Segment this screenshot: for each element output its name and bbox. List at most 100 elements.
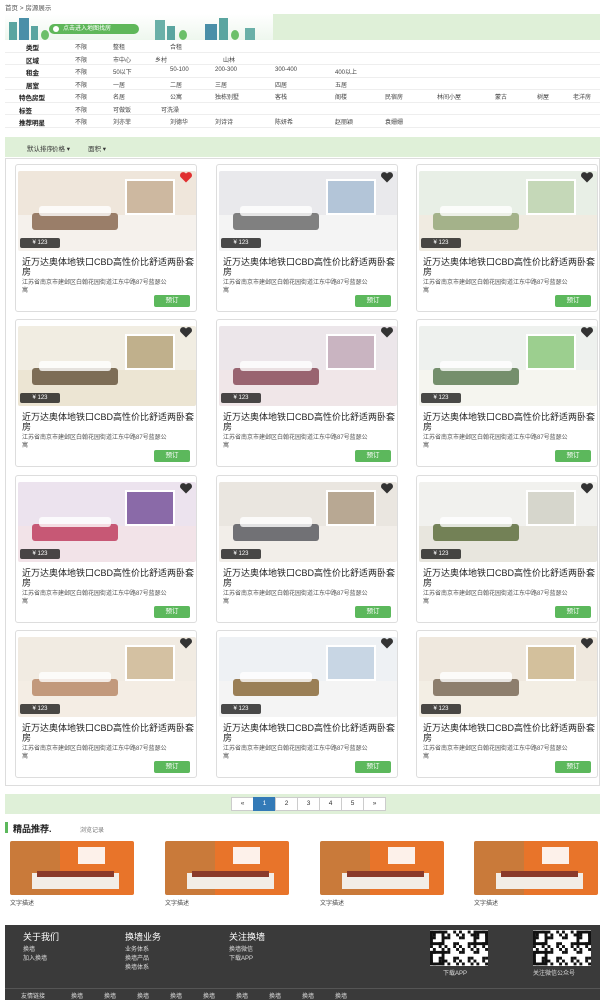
filter-option[interactable]: 四居 [275,80,287,89]
listing-title[interactable]: 近万达奥体地铁口CBD高性价比舒适两卧套房 [22,568,194,588]
footer-link[interactable]: 加入换墙 [23,955,59,964]
friend-link[interactable]: 换墙 [104,991,116,1000]
book-button[interactable]: 预订 [355,761,391,773]
page-number-button[interactable]: 1 [253,797,276,811]
favorite-heart-icon[interactable] [179,172,193,183]
friend-link[interactable]: 换墙 [335,991,347,1000]
filter-option[interactable]: 民宿房 [385,92,403,101]
map-search-button[interactable]: 点击进入地图找房 [49,24,139,34]
listing-card[interactable]: ¥ 123 近万达奥体地铁口CBD高性价比舒适两卧套房 江苏省南京市建邺区白翰花园街… [15,319,197,467]
filter-option[interactable]: 50以下 [113,67,132,76]
listing-title[interactable]: 近万达奥体地铁口CBD高性价比舒适两卧套房 [423,723,595,743]
filter-option[interactable]: 不限 [75,105,87,114]
filter-option[interactable]: 客栈 [275,92,287,101]
page-number-button[interactable]: 4 [319,797,342,811]
filter-option[interactable]: 200-300 [215,67,237,73]
favorite-heart-icon[interactable] [380,483,394,494]
listing-card[interactable]: ¥ 123 近万达奥体地铁口CBD高性价比舒适两卧套房 江苏省南京市建邺区白翰花园街… [216,630,398,778]
filter-option[interactable]: 不限 [75,117,87,126]
friend-link[interactable]: 换墙 [203,991,215,1000]
friend-link[interactable]: 换墙 [302,991,314,1000]
filter-option[interactable]: 可做饭 [113,105,131,114]
book-button[interactable]: 预订 [154,450,190,462]
filter-option[interactable]: 陈妍希 [275,117,293,126]
footer-link[interactable]: 换墙 [23,946,59,955]
filter-option[interactable]: 蒙古 [495,92,507,101]
filter-option[interactable]: 市中心 [113,55,131,64]
favorite-heart-icon[interactable] [580,638,594,649]
filter-option[interactable]: 一居 [113,80,125,89]
page-prev-button[interactable]: « [231,797,254,811]
filter-option[interactable]: 整租 [113,42,125,51]
page-number-button[interactable]: 2 [275,797,298,811]
filter-option[interactable]: 合租 [170,42,182,51]
recommend-photo[interactable] [10,841,134,895]
book-button[interactable]: 预订 [154,606,190,618]
footer-link[interactable]: 业务体系 [125,946,161,955]
book-button[interactable]: 预订 [355,450,391,462]
filter-option[interactable]: 树屋 [537,92,549,101]
filter-option[interactable]: 不限 [75,42,87,51]
filter-option[interactable]: 老洋房 [573,92,591,101]
footer-link[interactable]: 换墙产品 [125,955,161,964]
friend-link[interactable]: 换墙 [236,991,248,1000]
favorite-heart-icon[interactable] [380,172,394,183]
filter-option[interactable]: 三居 [215,80,227,89]
book-button[interactable]: 预订 [555,606,591,618]
listing-title[interactable]: 近万达奥体地铁口CBD高性价比舒适两卧套房 [22,257,194,277]
listing-card[interactable]: ¥ 123 近万达奥体地铁口CBD高性价比舒适两卧套房 江苏省南京市建邺区白翰花园街… [216,164,398,312]
listing-title[interactable]: 近万达奥体地铁口CBD高性价比舒适两卧套房 [22,723,194,743]
filter-option[interactable]: 不限 [75,67,87,76]
favorite-heart-icon[interactable] [179,638,193,649]
filter-option[interactable]: 300-400 [275,67,297,73]
filter-option[interactable]: 公寓 [170,92,182,101]
listing-card[interactable]: ¥ 123 近万达奥体地铁口CBD高性价比舒适两卧套房 江苏省南京市建邺区白翰花园街… [416,475,598,623]
friend-link[interactable]: 换墙 [137,991,149,1000]
listing-card[interactable]: ¥ 123 近万达奥体地铁口CBD高性价比舒适两卧套房 江苏省南京市建邺区白翰花园街… [416,630,598,778]
friend-link[interactable]: 换墙 [269,991,281,1000]
filter-option[interactable]: 阁楼 [335,92,347,101]
filter-option[interactable]: 独栋别墅 [215,92,239,101]
book-button[interactable]: 预订 [355,606,391,618]
friend-link[interactable]: 换墙 [71,991,83,1000]
filter-option[interactable]: 不限 [75,92,87,101]
book-button[interactable]: 预订 [355,295,391,307]
browse-history-link[interactable]: 浏览记录 [80,825,104,834]
filter-option[interactable]: 五居 [335,80,347,89]
listing-title[interactable]: 近万达奥体地铁口CBD高性价比舒适两卧套房 [223,723,395,743]
book-button[interactable]: 预订 [555,295,591,307]
listing-card[interactable]: ¥ 123 近万达奥体地铁口CBD高性价比舒适两卧套房 江苏省南京市建邺区白翰花园街… [15,475,197,623]
listing-title[interactable]: 近万达奥体地铁口CBD高性价比舒适两卧套房 [223,412,395,432]
footer-link[interactable]: 换墙微信 [229,946,265,955]
sort-option[interactable]: 默认排序 [27,143,53,153]
listing-card[interactable]: ¥ 123 近万达奥体地铁口CBD高性价比舒适两卧套房 江苏省南京市建邺区白翰花园街… [15,630,197,778]
favorite-heart-icon[interactable] [580,172,594,183]
map-search-banner[interactable]: 点击进入地图找房 [5,14,600,40]
listing-title[interactable]: 近万达奥体地铁口CBD高性价比舒适两卧套房 [423,412,595,432]
book-button[interactable]: 预订 [154,761,190,773]
favorite-heart-icon[interactable] [580,483,594,494]
filter-option[interactable]: 名居 [113,92,125,101]
recommend-photo[interactable] [320,841,444,895]
filter-option[interactable]: 林间小屋 [437,92,461,101]
recommend-photo[interactable] [165,841,289,895]
sort-option[interactable]: 价格 ▾ [52,143,70,153]
listing-title[interactable]: 近万达奥体地铁口CBD高性价比舒适两卧套房 [223,568,395,588]
listing-title[interactable]: 近万达奥体地铁口CBD高性价比舒适两卧套房 [423,568,595,588]
listing-card[interactable]: ¥ 123 近万达奥体地铁口CBD高性价比舒适两卧套房 江苏省南京市建邺区白翰花园街… [416,164,598,312]
footer-link[interactable]: 下载APP [229,955,265,964]
listing-card[interactable]: ¥ 123 近万达奥体地铁口CBD高性价比舒适两卧套房 江苏省南京市建邺区白翰花园街… [216,475,398,623]
filter-option[interactable]: 赵丽颖 [335,117,353,126]
listing-title[interactable]: 近万达奥体地铁口CBD高性价比舒适两卧套房 [423,257,595,277]
filter-option[interactable]: 刘德华 [170,117,188,126]
favorite-heart-icon[interactable] [179,483,193,494]
favorite-heart-icon[interactable] [179,327,193,338]
book-button[interactable]: 预订 [555,450,591,462]
sort-option[interactable]: 面积 ▾ [88,143,106,153]
recommend-item[interactable]: 文字描述 [474,841,598,907]
filter-option[interactable]: 刘亦菲 [113,117,131,126]
filter-option[interactable]: 50-100 [170,67,189,73]
listing-card[interactable]: ¥ 123 近万达奥体地铁口CBD高性价比舒适两卧套房 江苏省南京市建邺区白翰花园街… [216,319,398,467]
filter-option[interactable]: 袁姗姗 [385,117,403,126]
page-number-button[interactable]: 5 [341,797,364,811]
